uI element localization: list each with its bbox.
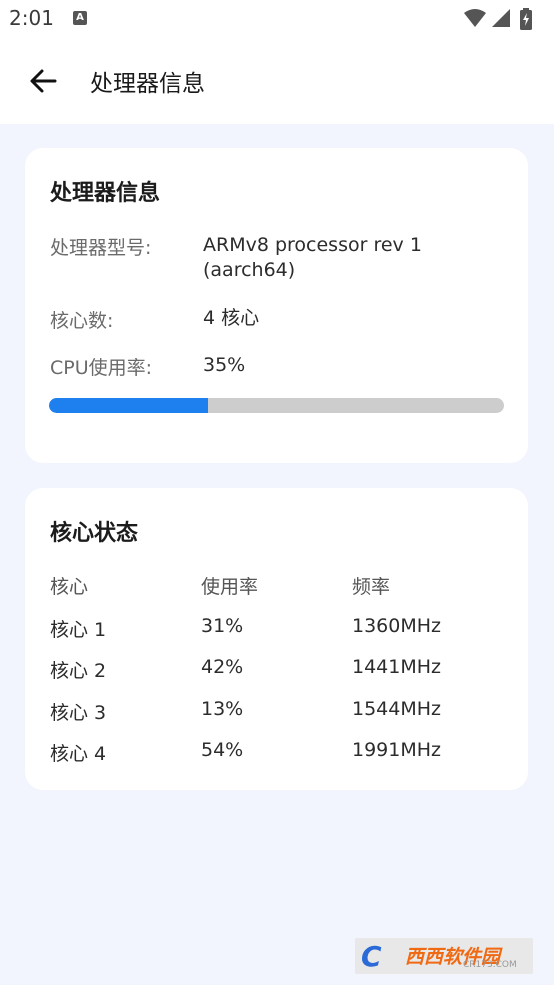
signal-icon — [492, 9, 510, 27]
cpu-usage-progress-bar — [49, 398, 504, 413]
core-usage: 54% — [201, 739, 244, 761]
model-label: 处理器型号: — [50, 237, 152, 259]
core-name: 核心 4 — [50, 743, 107, 765]
cores-label: 核心数: — [50, 310, 114, 332]
cpu-usage-progress-fill — [49, 398, 209, 413]
column-header-frequency: 频率 — [352, 576, 391, 598]
battery-charging-icon — [520, 8, 532, 30]
core-name: 核心 1 — [50, 619, 107, 641]
status-time: 2:01 — [9, 6, 54, 30]
status-bar: 2:01 A — [0, 0, 554, 40]
status-icons — [464, 8, 544, 30]
core-frequency: 1991MHz — [352, 739, 442, 761]
model-value-line2: (aarch64) — [203, 259, 296, 281]
processor-info-card: 处理器信息 处理器型号: ARMv8 processor rev 1 (aarc… — [25, 148, 528, 463]
core-status-card: 核心状态 核心 使用率 频率 核心 1 31% 1360MHz 核心 2 42%… — [25, 488, 528, 790]
watermark-letter: C — [361, 940, 382, 973]
cpu-usage-value: 35% — [203, 354, 246, 376]
watermark-url: CR173.COM — [463, 960, 517, 970]
watermark-logo: C 西西软件园 CR173.COM — [355, 938, 533, 974]
core-frequency: 1441MHz — [352, 656, 442, 678]
core-name: 核心 3 — [50, 702, 107, 724]
column-header-core: 核心 — [50, 576, 89, 598]
core-usage: 31% — [201, 615, 244, 637]
model-value-line1: ARMv8 processor rev 1 — [203, 234, 422, 256]
core-frequency: 1544MHz — [352, 698, 442, 720]
cpu-usage-label: CPU使用率: — [50, 357, 153, 379]
card-title: 处理器信息 — [50, 181, 161, 206]
page-title: 处理器信息 — [90, 71, 205, 97]
wifi-icon — [464, 9, 486, 27]
app-bar: 处理器信息 — [0, 40, 554, 124]
cores-value: 4 核心 — [203, 307, 260, 329]
model-value: ARMv8 processor rev 1 (aarch64) — [203, 233, 422, 283]
core-name: 核心 2 — [50, 660, 107, 682]
arrow-left-icon[interactable] — [28, 66, 58, 96]
card-title: 核心状态 — [50, 521, 139, 546]
column-header-usage: 使用率 — [201, 576, 259, 598]
core-frequency: 1360MHz — [352, 615, 442, 637]
core-usage: 13% — [201, 698, 244, 720]
core-usage: 42% — [201, 656, 244, 678]
notification-icon: A — [73, 11, 87, 25]
